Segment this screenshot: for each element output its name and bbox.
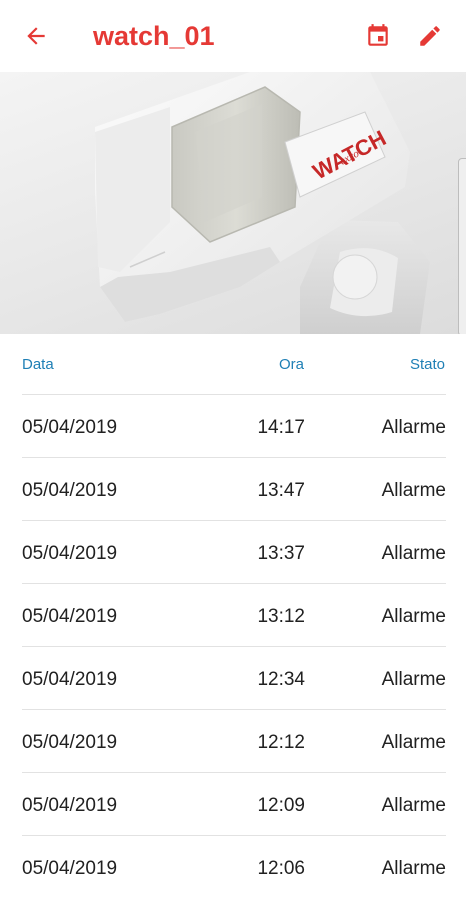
row-status: Allarme	[381, 669, 446, 690]
row-time: 12:34	[257, 669, 305, 690]
row-status: Allarme	[381, 417, 446, 438]
device-photo: WATCH exxo	[0, 72, 466, 334]
row-status: Allarme	[381, 543, 446, 564]
row-time: 13:47	[257, 480, 305, 501]
table-row[interactable]: 05/04/2019 12:09 Allarme	[22, 772, 446, 835]
calendar-icon	[368, 24, 388, 46]
column-header-status: Stato	[409, 356, 445, 373]
row-status: Allarme	[381, 795, 446, 816]
row-date: 05/04/2019	[22, 606, 118, 627]
table-row[interactable]: 05/04/2019 13:47 Allarme	[22, 457, 446, 520]
table-row[interactable]: 05/04/2019 12:34 Allarme	[22, 646, 446, 709]
table-row[interactable]: 05/04/2019 14:17 Allarme	[22, 394, 446, 457]
row-status: Allarme	[381, 858, 446, 879]
row-time: 14:17	[257, 417, 305, 438]
row-date: 05/04/2019	[22, 669, 118, 690]
edit-button[interactable]	[412, 18, 448, 54]
row-time: 12:06	[257, 858, 305, 879]
row-time: 12:09	[257, 795, 305, 816]
row-status: Allarme	[381, 480, 446, 501]
app-root: watch_01 WATCH exxo Data Ora Stato 05/04…	[0, 0, 466, 900]
table-row[interactable]: 05/04/2019 12:06 Allarme	[22, 835, 446, 898]
row-date: 05/04/2019	[22, 417, 118, 438]
row-status: Allarme	[381, 732, 446, 753]
app-bar: watch_01	[0, 0, 466, 72]
column-header-time: Ora	[278, 356, 304, 373]
row-time: 12:12	[257, 732, 305, 753]
arrow-back-icon	[27, 27, 45, 45]
row-date: 05/04/2019	[22, 732, 118, 753]
row-date: 05/04/2019	[22, 858, 118, 879]
back-button[interactable]	[18, 18, 54, 54]
table-row[interactable]: 05/04/2019 13:12 Allarme	[22, 583, 446, 646]
calendar-button[interactable]	[360, 18, 396, 54]
row-date: 05/04/2019	[22, 795, 118, 816]
row-date: 05/04/2019	[22, 480, 118, 501]
page-title: watch_01	[93, 21, 215, 51]
column-header-date: Data	[22, 356, 54, 373]
row-date: 05/04/2019	[22, 543, 118, 564]
scroll-edge	[458, 158, 466, 334]
table-row[interactable]: 05/04/2019 12:12 Allarme	[22, 709, 446, 772]
table-header: Data Ora Stato	[0, 334, 466, 394]
row-time: 13:37	[257, 543, 305, 564]
event-list: 05/04/2019 14:17 Allarme 05/04/2019 13:4…	[22, 394, 446, 898]
row-status: Allarme	[381, 606, 446, 627]
row-time: 13:12	[257, 606, 305, 627]
table-row[interactable]: 05/04/2019 13:37 Allarme	[22, 520, 446, 583]
pencil-icon	[420, 26, 440, 46]
